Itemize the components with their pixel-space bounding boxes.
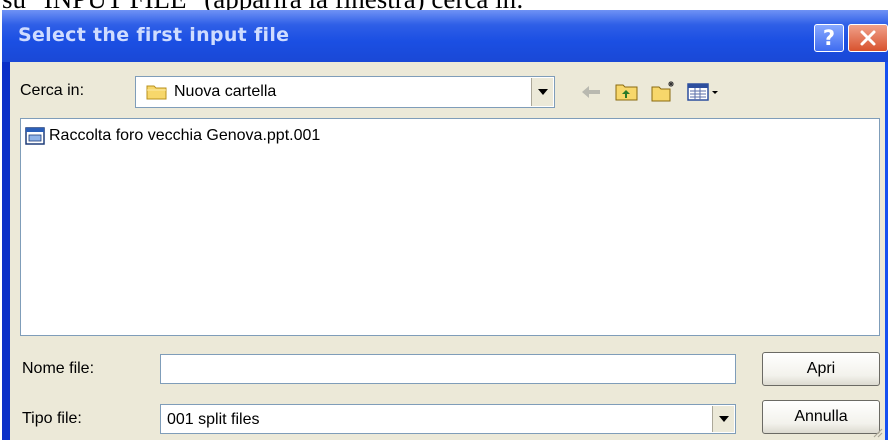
list-item[interactable]: Raccolta foro vecchia Genova.ppt.001 [25,125,320,147]
close-button[interactable] [848,24,888,52]
chevron-down-icon [718,416,729,422]
back-arrow-icon[interactable] [578,80,604,104]
dialog-body: Cerca in: Nuova cartella Raccolta foro v… [10,62,885,440]
open-button[interactable]: Apri [762,352,880,386]
file-icon [25,127,45,145]
title-bar[interactable]: Select the first input file ? [2,10,888,62]
file-type-dropdown-arrow[interactable] [712,406,734,432]
look-in-dropdown[interactable]: Nuova cartella [135,76,555,108]
file-type-value: 001 split files [167,411,260,428]
look-in-value: Nuova cartella [174,83,277,100]
look-in-dropdown-arrow[interactable] [531,78,553,106]
dialog-title: Select the first input file [18,24,290,46]
up-folder-icon[interactable] [614,80,640,104]
view-menu-icon[interactable] [686,80,720,104]
help-button[interactable]: ? [814,24,844,52]
look-in-label: Cerca in: [20,82,85,99]
cancel-button[interactable]: Annulla [762,400,880,434]
file-type-label: Tipo file: [22,410,82,427]
file-name-label: Nome file: [22,360,95,377]
file-name: Raccolta foro vecchia Genova.ppt.001 [49,127,321,144]
file-name-input[interactable] [160,354,736,384]
close-icon [860,30,876,46]
open-file-dialog: Select the first input file ? Cerca in: … [2,10,888,440]
new-folder-icon[interactable] [650,80,676,104]
folder-icon [146,85,167,100]
resize-grip-icon[interactable] [871,426,883,438]
document-background-text: su "INPUT FILE" (apparirà la finestra) c… [0,0,888,10]
chevron-down-icon [537,89,548,95]
file-list[interactable]: Raccolta foro vecchia Genova.ppt.001 [20,118,880,336]
file-type-dropdown[interactable]: 001 split files [160,404,736,434]
